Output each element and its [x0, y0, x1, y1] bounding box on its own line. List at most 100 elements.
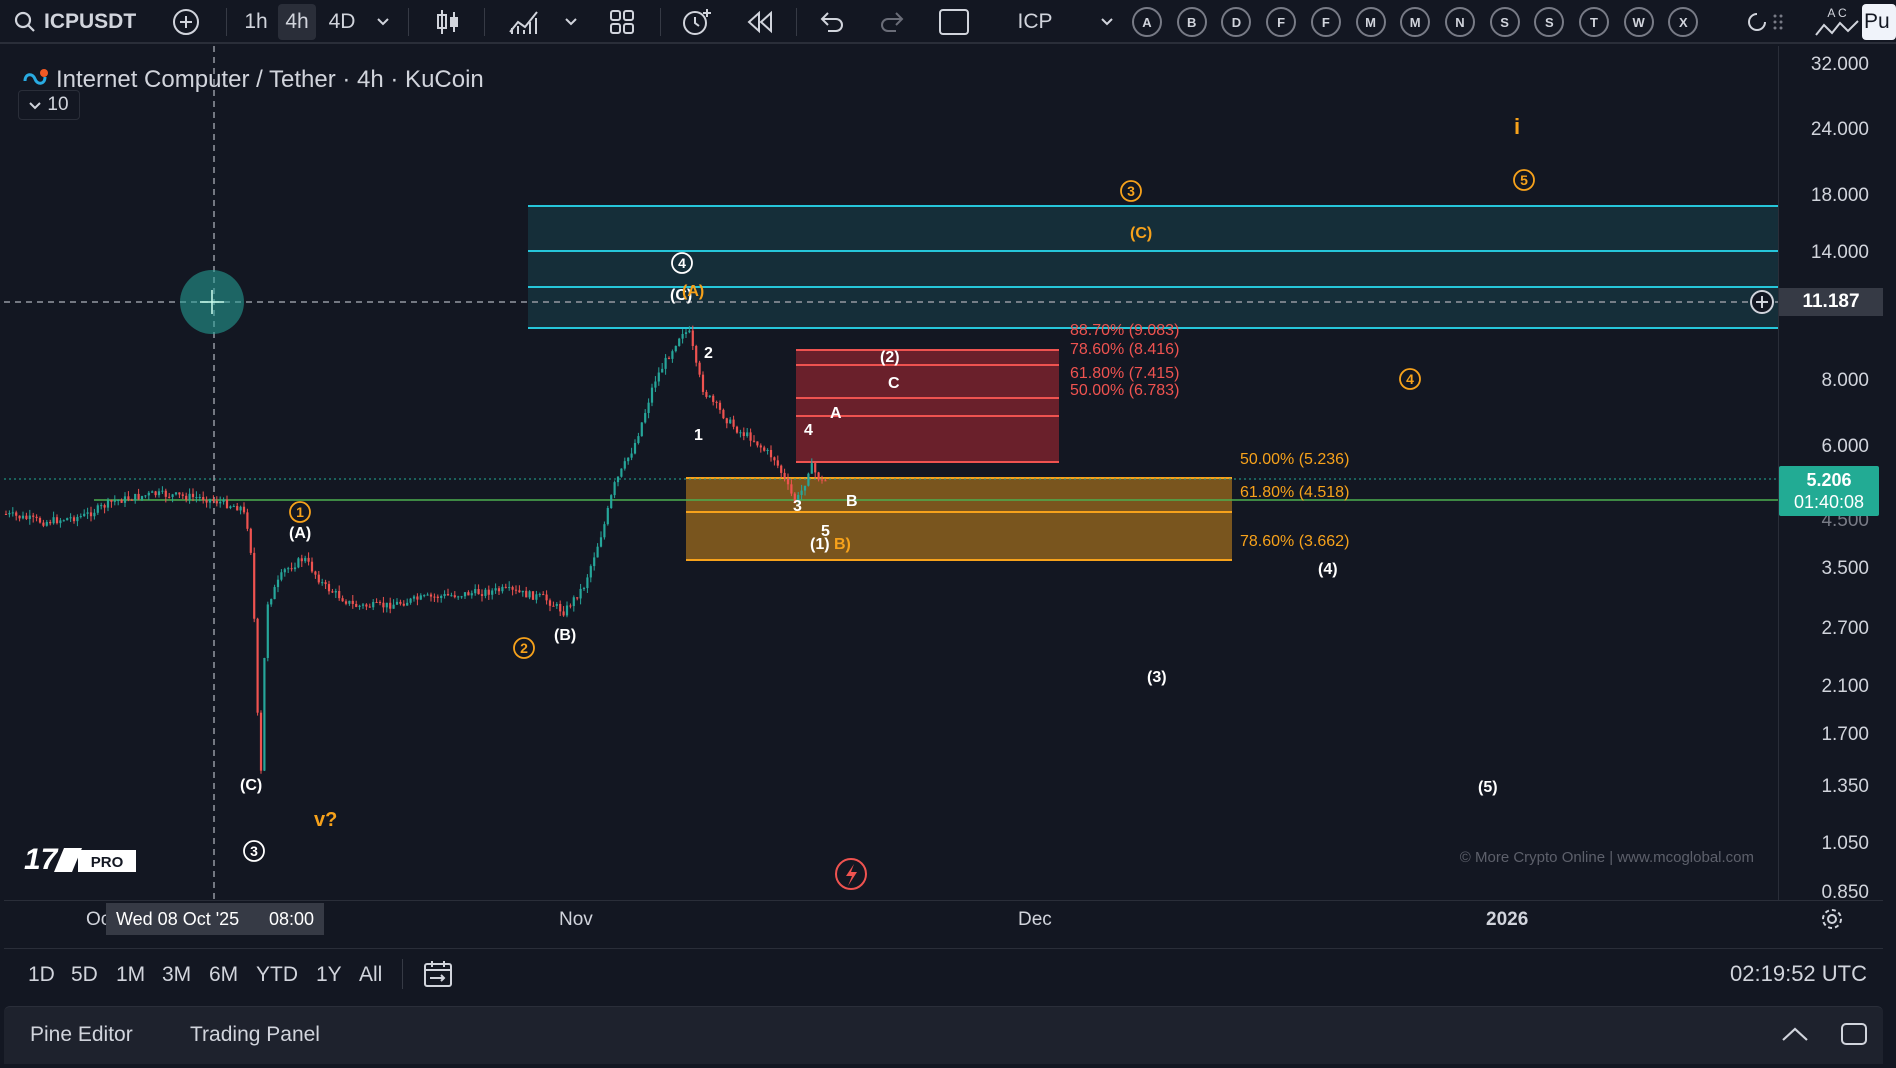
alert-button[interactable]	[676, 4, 716, 40]
time-scale[interactable]: Oc Wed 08 Oct '25 08:00 Nov Dec 2026	[4, 900, 1883, 938]
candle-body	[317, 574, 320, 583]
candle-body	[739, 432, 742, 434]
publish-button[interactable]: Pu	[1862, 4, 1896, 40]
redo-button[interactable]	[872, 4, 912, 40]
watch-symbol-dropdown[interactable]	[1094, 4, 1120, 40]
alert-letter-button[interactable]: N	[1444, 7, 1475, 37]
candle-body	[334, 590, 337, 593]
price-label: 6.000	[1821, 436, 1869, 457]
candle-body	[198, 496, 201, 498]
candle-body	[178, 492, 181, 495]
indicator-toggle-button[interactable]: 10	[18, 90, 80, 120]
layout-button[interactable]	[602, 4, 642, 40]
compare-symbol-button[interactable]	[168, 4, 204, 40]
candle-body	[715, 401, 718, 403]
candle-body	[21, 515, 25, 519]
candle-body	[674, 345, 677, 352]
alert-letter-button[interactable]: B	[1176, 7, 1207, 37]
tab-pine-editor[interactable]: Pine Editor	[30, 1023, 133, 1047]
wave-label: (1)	[810, 536, 830, 553]
candle-body	[86, 512, 89, 514]
alert-letter-button[interactable]: T	[1579, 7, 1609, 37]
wave-label: 4	[1406, 371, 1414, 387]
crosshair-time: 08:00	[268, 908, 314, 929]
replay-button[interactable]	[740, 4, 780, 40]
candle-body	[62, 520, 65, 522]
interval-4d[interactable]: 4D	[322, 4, 362, 40]
alert-letter-button[interactable]: S	[1534, 7, 1565, 37]
alert-letter-button[interactable]: A	[1132, 7, 1162, 37]
candle-body	[212, 499, 215, 501]
alert-letter-button[interactable]: F	[1266, 7, 1297, 37]
candle-body	[324, 582, 327, 585]
candle-body	[137, 493, 140, 500]
candle-body	[735, 426, 739, 433]
candle-body	[300, 558, 303, 562]
symbol-search-button[interactable]: ICPUSDT	[8, 4, 138, 40]
chart-pane[interactable]: (A) (B) (C) (C) (2) C A B 1 2 3 4 5 (1) …	[4, 46, 1778, 900]
alert-letter-button[interactable]: S	[1489, 7, 1520, 37]
watch-symbol[interactable]: ICP	[1002, 4, 1068, 40]
candle-body	[378, 602, 382, 604]
candle-body	[756, 441, 759, 446]
utc-clock[interactable]: 02:19:52 UTC	[1730, 961, 1867, 987]
candle-body	[535, 594, 538, 600]
candle-body	[824, 480, 827, 482]
range-all[interactable]: All	[359, 963, 382, 987]
interval-1h[interactable]: 1h	[238, 4, 274, 40]
collapse-panel-button[interactable]	[1780, 1025, 1810, 1048]
candle-body	[263, 657, 266, 771]
interval-dropdown[interactable]	[370, 4, 396, 40]
candle-body	[596, 546, 599, 558]
candle-body	[276, 579, 280, 588]
candle-body	[746, 432, 749, 437]
candle-body	[627, 457, 630, 462]
indicators-dropdown[interactable]	[558, 4, 584, 40]
range-1m[interactable]: 1M	[116, 963, 145, 987]
tab-trading-panel[interactable]: Trading Panel	[190, 1023, 320, 1047]
candle-body	[450, 595, 453, 597]
maximize-panel-button[interactable]	[1840, 1021, 1868, 1052]
range-5d[interactable]: 5D	[71, 963, 98, 987]
alert-letter-button[interactable]: D	[1221, 7, 1252, 37]
candle-body	[52, 517, 55, 524]
wave-label: (A)	[682, 283, 704, 300]
alert-letter-button[interactable]: M	[1355, 7, 1386, 37]
candle-body	[232, 506, 235, 508]
candle-body	[606, 507, 609, 525]
alert-letter-button[interactable]: W	[1623, 7, 1654, 37]
interval-4h[interactable]: 4h	[278, 4, 316, 40]
candle-body	[375, 602, 378, 604]
plus-circle-icon	[171, 7, 201, 37]
candle-body	[171, 494, 174, 497]
candle-body	[35, 516, 38, 519]
range-1y[interactable]: 1Y	[316, 963, 342, 987]
lower-fib-box	[686, 478, 1232, 560]
candle-body	[127, 496, 130, 500]
search-icon	[14, 11, 36, 33]
chart-type-button[interactable]	[430, 4, 466, 40]
candle-body	[83, 513, 86, 517]
alert-letter-button[interactable]: M	[1400, 7, 1431, 37]
wave-label: 3	[793, 498, 802, 515]
mini-chart-widget[interactable]: A C	[1812, 4, 1862, 40]
range-3m[interactable]: 3M	[162, 963, 191, 987]
chart-settings-button[interactable]	[1820, 907, 1844, 936]
drag-handle[interactable]	[1766, 4, 1790, 40]
go-to-date-button[interactable]	[422, 959, 454, 994]
alarm-clock-plus-icon	[680, 7, 712, 37]
candle-body	[599, 537, 603, 547]
indicators-button[interactable]	[504, 4, 544, 40]
alert-letter-button[interactable]: X	[1668, 7, 1699, 37]
range-1d[interactable]: 1D	[28, 963, 55, 987]
wave-label: (5)	[1478, 779, 1498, 796]
range-6m[interactable]: 6M	[209, 963, 238, 987]
candle-body	[287, 568, 290, 570]
chart-legend[interactable]: Internet Computer / Tether · 4h · KuCoin	[22, 66, 484, 94]
candle-body	[650, 387, 654, 403]
alert-letter-button[interactable]: F	[1310, 7, 1341, 37]
price-scale[interactable]: 32.000 24.000 18.000 14.000 8.000 6.000 …	[1778, 46, 1883, 903]
undo-button[interactable]	[812, 4, 852, 40]
range-ytd[interactable]: YTD	[256, 963, 298, 987]
fullscreen-button[interactable]	[932, 4, 976, 40]
